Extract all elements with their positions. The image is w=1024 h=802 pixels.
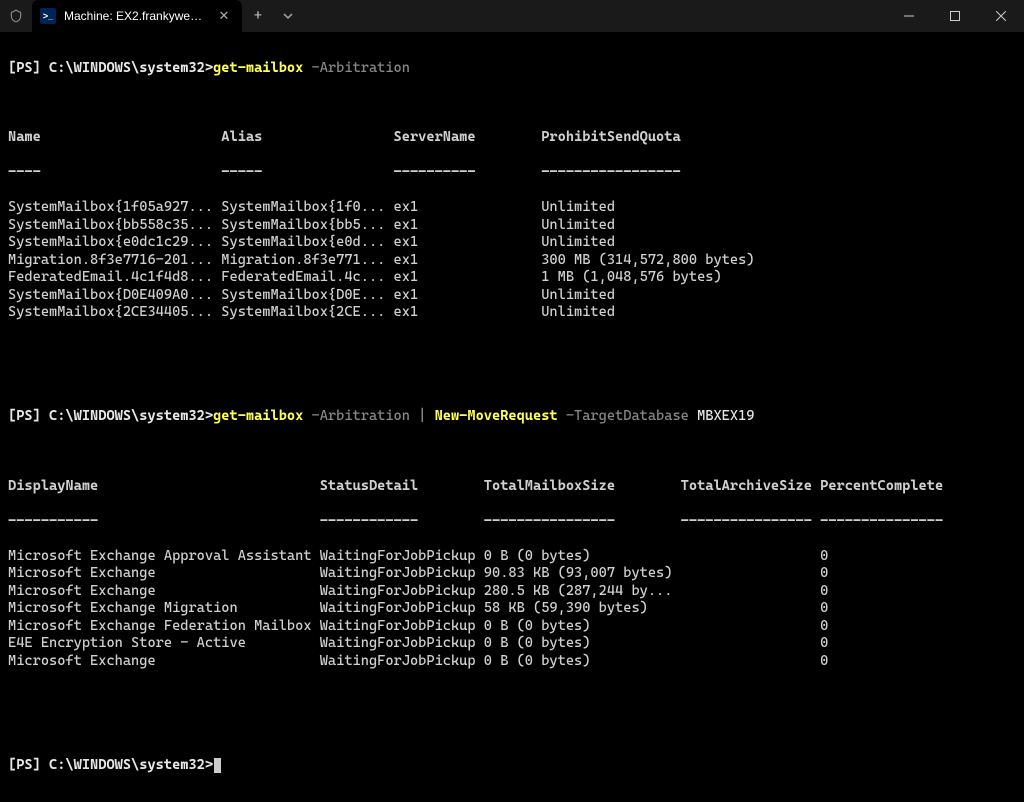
table-row: SystemMailbox{2CE34405... SystemMailbox{… [8, 304, 1016, 322]
table-row: SystemMailbox{e0dc1c29... SystemMailbox{… [8, 234, 1016, 252]
table-row: Microsoft Exchange WaitingForJobPickup 9… [8, 565, 1016, 583]
cmdlet: get-mailbox [213, 408, 303, 424]
powershell-icon: >_ [40, 8, 56, 24]
terminal-cursor [214, 758, 221, 773]
blank-line [8, 443, 1016, 460]
terminal-output[interactable]: [PS] C:\WINDOWS\system32>get-mailbox -Ar… [0, 32, 1024, 802]
table-row: Microsoft Exchange Federation Mailbox Wa… [8, 618, 1016, 636]
window-controls [886, 0, 1024, 32]
tab-title: Machine: EX2.frankyweblab.c [64, 9, 208, 23]
table-row: Microsoft Exchange WaitingForJobPickup 2… [8, 583, 1016, 601]
table2-header: DisplayName StatusDetail TotalMailboxSiz… [8, 478, 1016, 496]
table-row: SystemMailbox{bb558c35... SystemMailbox{… [8, 217, 1016, 235]
cmdlet-param: -Arbitration [303, 60, 410, 76]
minimize-button[interactable] [886, 0, 932, 32]
prompt-path: C:\WINDOWS\system32> [41, 408, 213, 424]
prompt-prefix: [PS] [8, 408, 41, 424]
table-row: Migration.8f3e7716-201... Migration.8f3e… [8, 252, 1016, 270]
table-row: FederatedEmail.4c1f4d8... FederatedEmail… [8, 269, 1016, 287]
table2-sep: ----------- ------------ ---------------… [8, 513, 1016, 531]
cmdlet: get-mailbox [213, 60, 303, 76]
close-button[interactable] [978, 0, 1024, 32]
cmdlet-param: -TargetDatabase [558, 408, 697, 424]
table-row: SystemMailbox{D0E409A0... SystemMailbox{… [8, 287, 1016, 305]
table-row: Microsoft Exchange Migration WaitingForJ… [8, 600, 1016, 618]
shield-icon [0, 9, 32, 23]
cmdlet-param: -Arbitration [303, 408, 418, 424]
table-row: Microsoft Exchange WaitingForJobPickup 0… [8, 653, 1016, 671]
tab-dropdown-button[interactable] [274, 0, 302, 32]
table-row: E4E Encryption Store - Active WaitingFor… [8, 635, 1016, 653]
prompt-prefix: [PS] [8, 757, 41, 773]
cmdlet: New-MoveRequest [426, 408, 557, 424]
blank-line [8, 339, 1016, 356]
table1-sep: ---- ----- ---------- ----------------- [8, 164, 1016, 182]
prompt-line-2: [PS] C:\WINDOWS\system32>get-mailbox -Ar… [8, 408, 1016, 426]
blank-line [8, 688, 1016, 705]
table1-header: Name Alias ServerName ProhibitSendQuota [8, 129, 1016, 147]
prompt-line-1: [PS] C:\WINDOWS\system32>get-mailbox -Ar… [8, 60, 1016, 78]
table-row: SystemMailbox{1f05a927... SystemMailbox{… [8, 199, 1016, 217]
blank-line [8, 374, 1016, 391]
tab-close-button[interactable]: ✕ [216, 9, 232, 24]
prompt-path: C:\WINDOWS\system32> [41, 757, 213, 773]
maximize-button[interactable] [932, 0, 978, 32]
titlebar: >_ Machine: EX2.frankyweblab.c ✕ + [0, 0, 1024, 32]
prompt-prefix: [PS] [8, 60, 41, 76]
new-tab-button[interactable]: + [242, 0, 274, 32]
blank-line [8, 95, 1016, 112]
table-row: Microsoft Exchange Approval Assistant Wa… [8, 548, 1016, 566]
prompt-line-3: [PS] C:\WINDOWS\system32> [8, 757, 1016, 775]
prompt-path: C:\WINDOWS\system32> [41, 60, 213, 76]
blank-line [8, 722, 1016, 739]
tab-active[interactable]: >_ Machine: EX2.frankyweblab.c ✕ [32, 0, 242, 32]
cmdlet-arg: MBXEX19 [697, 408, 754, 424]
